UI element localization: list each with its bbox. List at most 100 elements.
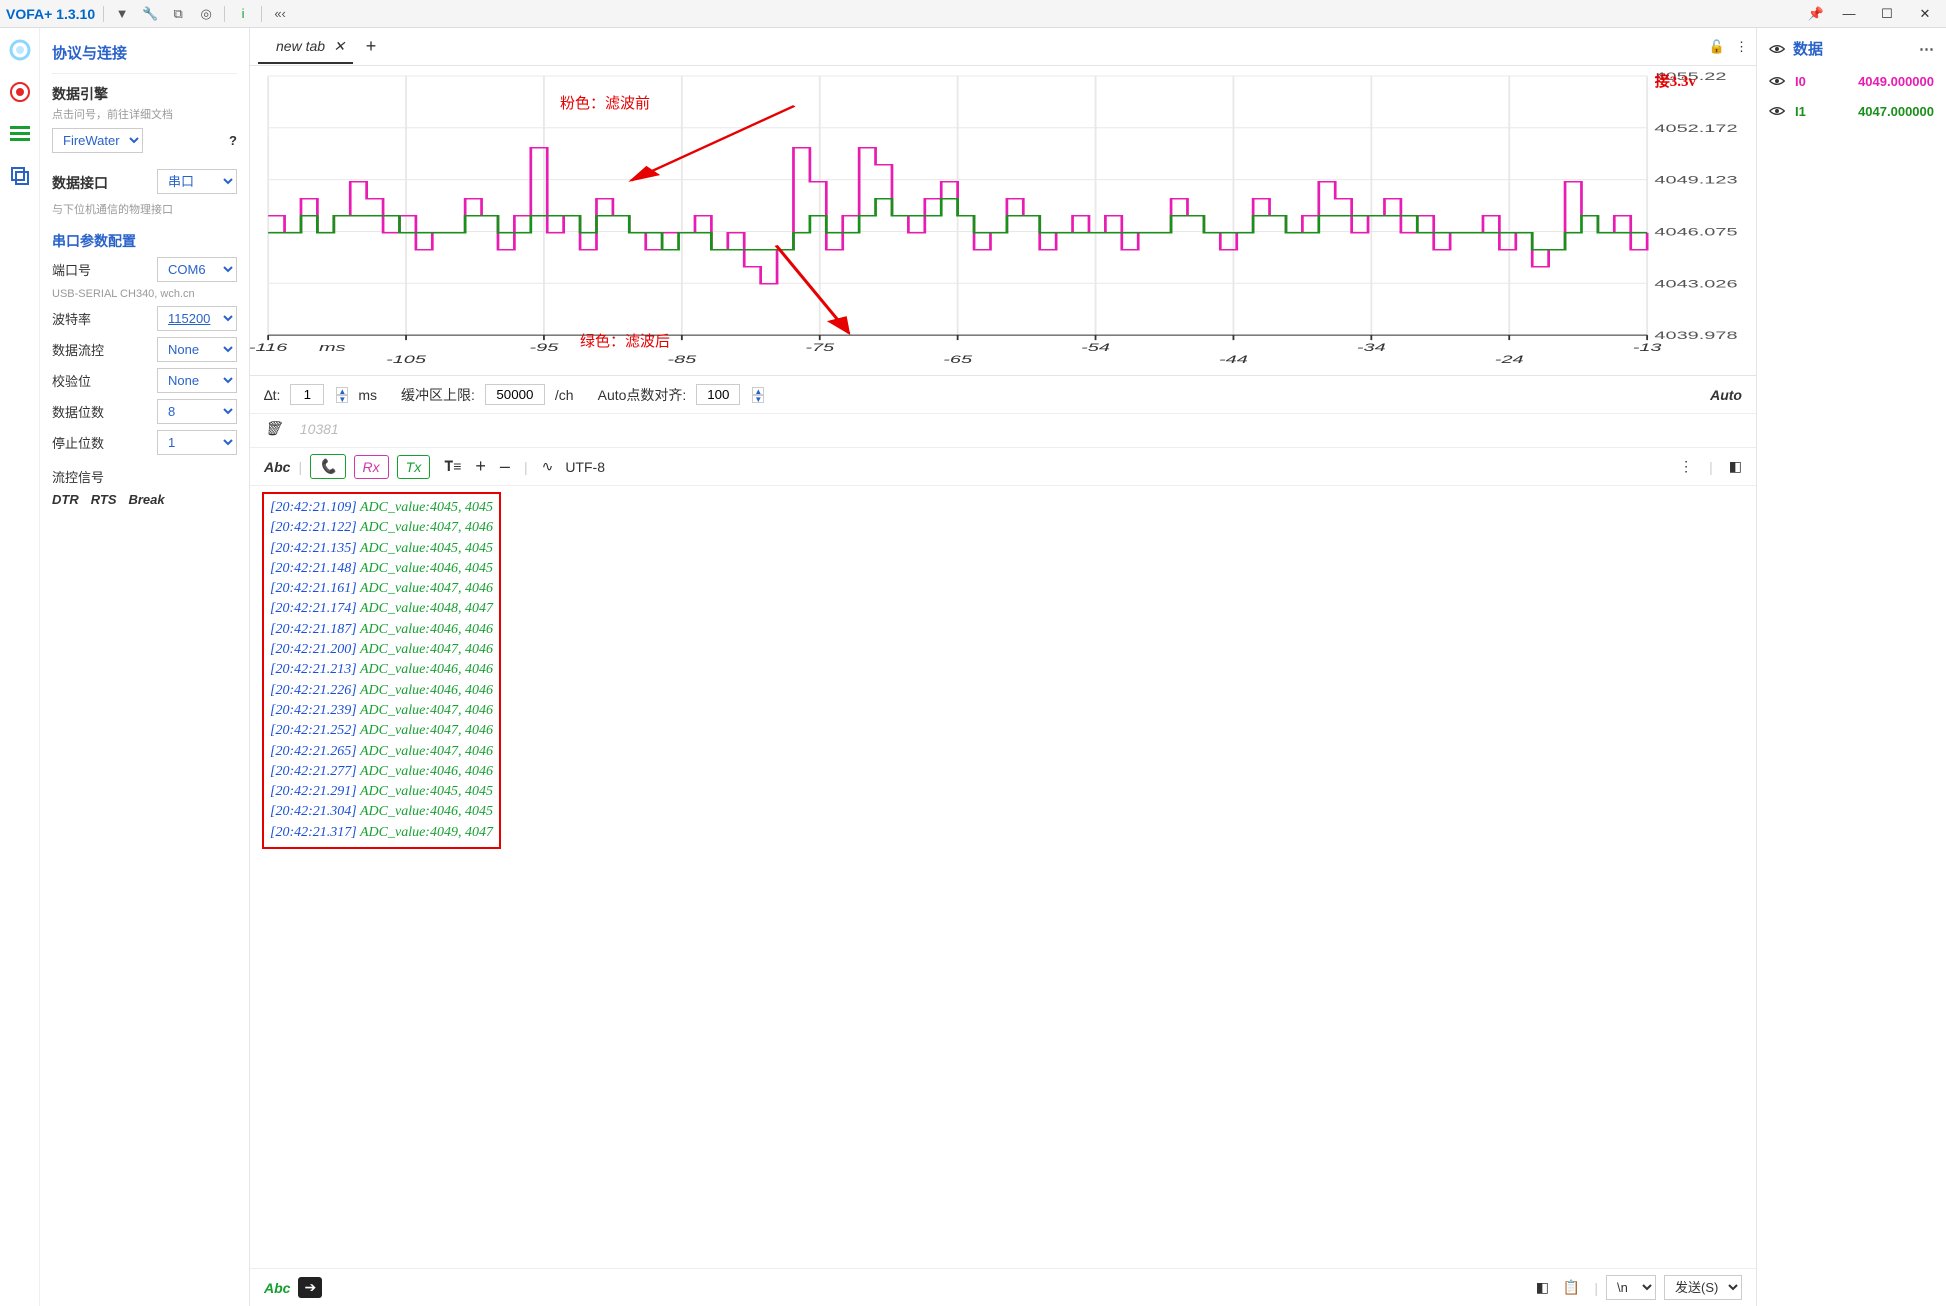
eraser-icon[interactable]: ◧: [1729, 458, 1742, 475]
log-line: [20:42:21.239] ADC_value:4047, 4046: [270, 701, 493, 721]
log-line: [20:42:21.161] ADC_value:4047, 4046: [270, 579, 493, 599]
svg-text:4055.22: 4055.22: [1654, 70, 1726, 82]
svg-text:ms: ms: [319, 342, 346, 354]
flow-label: 数据流控: [52, 340, 104, 359]
send-button[interactable]: 发送(S): [1664, 1275, 1742, 1300]
footer-abc[interactable]: Abc: [264, 1280, 290, 1296]
left-rail: [0, 28, 40, 1306]
stat-count: 10381: [300, 421, 339, 437]
baud-label: 波特率: [52, 309, 91, 328]
data-item-I1[interactable]: I14047.000000: [1769, 103, 1934, 119]
dt-unit: ms: [358, 387, 377, 403]
databits-select[interactable]: 8: [157, 399, 237, 424]
footer-eraser-icon[interactable]: ◧: [1536, 1279, 1549, 1296]
plus-icon[interactable]: +: [475, 456, 486, 477]
engine-select[interactable]: FireWater: [52, 128, 143, 153]
svg-text:4049.123: 4049.123: [1654, 174, 1737, 186]
stopbits-select[interactable]: 1: [157, 430, 237, 455]
baud-select[interactable]: 115200: [157, 306, 237, 331]
app-title: VOFA+ 1.3.10: [6, 6, 95, 22]
trash-icon[interactable]: 🗑: [264, 420, 282, 437]
tx-toggle[interactable]: Tx: [397, 455, 431, 479]
minus-icon[interactable]: –: [500, 456, 510, 477]
rail-copy-icon[interactable]: [8, 164, 32, 188]
newline-select[interactable]: \n: [1606, 1275, 1656, 1300]
rp-head-label: 数据: [1793, 38, 1823, 59]
svg-text:4043.026: 4043.026: [1654, 278, 1737, 290]
rail-status-icon[interactable]: [8, 38, 32, 62]
engine-help-button[interactable]: ?: [229, 133, 237, 148]
clipboard-icon[interactable]: 📋: [1563, 1279, 1580, 1296]
log-line: [20:42:21.265] ADC_value:4047, 4046: [270, 742, 493, 762]
close-button[interactable]: ✕: [1910, 2, 1940, 26]
eye-icon: [1769, 73, 1785, 89]
align-up[interactable]: ▲: [752, 387, 764, 395]
data-item-I0[interactable]: I04049.000000: [1769, 73, 1934, 89]
plugin-icon[interactable]: ⧉: [168, 4, 188, 24]
log-more-icon[interactable]: ⋮: [1679, 458, 1693, 475]
align-input[interactable]: [696, 384, 740, 405]
encoding-select[interactable]: UTF-8: [565, 459, 605, 475]
parity-select[interactable]: None: [157, 368, 237, 393]
log-line: [20:42:21.291] ADC_value:4045, 4045: [270, 782, 493, 802]
dt-down[interactable]: ▼: [336, 395, 348, 403]
call-icon[interactable]: 📞: [310, 454, 345, 479]
add-tab-button[interactable]: +: [357, 33, 385, 61]
text-format-icon[interactable]: 𝐓≡: [444, 458, 461, 475]
log-line: [20:42:21.252] ADC_value:4047, 4046: [270, 721, 493, 741]
info-icon[interactable]: i: [233, 4, 253, 24]
rts-toggle[interactable]: RTS: [91, 492, 117, 507]
unlock-icon[interactable]: 🔓: [1709, 39, 1725, 55]
focus-icon[interactable]: ◎: [196, 4, 216, 24]
abc-toggle[interactable]: Abc: [264, 459, 290, 475]
log-body[interactable]: [20:42:21.109] ADC_value:4045, 4045 [20:4…: [250, 486, 1756, 1268]
dt-label: ∆t:: [264, 387, 280, 403]
log-line: [20:42:21.200] ADC_value:4047, 4046: [270, 640, 493, 660]
tabbar: new tab✕ + 🔓 ⋮: [250, 28, 1756, 66]
rail-record-icon[interactable]: [8, 80, 32, 104]
align-down[interactable]: ▼: [752, 395, 764, 403]
databits-label: 数据位数: [52, 402, 104, 421]
wave-icon[interactable]: ∿: [542, 458, 554, 475]
buffer-unit: /ch: [555, 387, 574, 403]
tab-more-icon[interactable]: ⋮: [1735, 39, 1748, 55]
bold-v-icon[interactable]: ▼: [112, 4, 132, 24]
stopbits-label: 停止位数: [52, 433, 104, 452]
collapse-icon[interactable]: «‹: [270, 4, 290, 24]
svg-text:-44: -44: [1219, 354, 1248, 366]
auto-button[interactable]: Auto: [1710, 387, 1742, 403]
buffer-input[interactable]: [485, 384, 545, 405]
svg-text:-116: -116: [250, 342, 287, 354]
svg-text:-24: -24: [1495, 354, 1524, 366]
break-toggle[interactable]: Break: [128, 492, 164, 507]
dt-up[interactable]: ▲: [336, 387, 348, 395]
return-icon[interactable]: ➔: [298, 1277, 322, 1298]
svg-text:-54: -54: [1081, 342, 1110, 354]
svg-text:4046.075: 4046.075: [1654, 226, 1737, 238]
wrench-icon[interactable]: 🔧: [140, 4, 160, 24]
port-select[interactable]: COM6: [157, 257, 237, 282]
log-line: [20:42:21.109] ADC_value:4045, 4045: [270, 498, 493, 518]
chart[interactable]: 4039.9784043.0264046.0754049.1234052.172…: [250, 66, 1756, 376]
iface-label: 数据接口: [52, 173, 108, 193]
maximize-button[interactable]: ☐: [1872, 2, 1902, 26]
svg-text:-95: -95: [530, 342, 559, 354]
pin-icon[interactable]: 📌: [1806, 4, 1826, 24]
log-toolbar: Abc | 📞 Rx Tx 𝐓≡ + – | ∿ UTF-8 ⋮ | ◧: [250, 448, 1756, 486]
rail-menu-icon[interactable]: [8, 122, 32, 146]
dt-input[interactable]: [290, 384, 324, 405]
rx-toggle[interactable]: Rx: [354, 455, 389, 479]
tab-close-icon[interactable]: ✕: [333, 38, 345, 55]
dtr-toggle[interactable]: DTR: [52, 492, 79, 507]
flow-select[interactable]: None: [157, 337, 237, 362]
engine-hint: 点击问号，前往详细文档: [52, 106, 237, 122]
log-line: [20:42:21.213] ADC_value:4046, 4046: [270, 660, 493, 680]
minimize-button[interactable]: —: [1834, 2, 1864, 26]
titlebar: VOFA+ 1.3.10 ▼ 🔧 ⧉ ◎ i «‹ 📌 — ☐ ✕: [0, 0, 1946, 28]
iface-select[interactable]: 串口: [157, 169, 237, 194]
serial-head: 串口参数配置: [52, 231, 237, 251]
rp-more-icon[interactable]: ⋯: [1919, 40, 1934, 58]
svg-text:4052.172: 4052.172: [1654, 122, 1737, 134]
main: new tab✕ + 🔓 ⋮ 4039.9784043.0264046.0754…: [250, 28, 1756, 1306]
tab-new[interactable]: new tab✕: [258, 30, 353, 64]
